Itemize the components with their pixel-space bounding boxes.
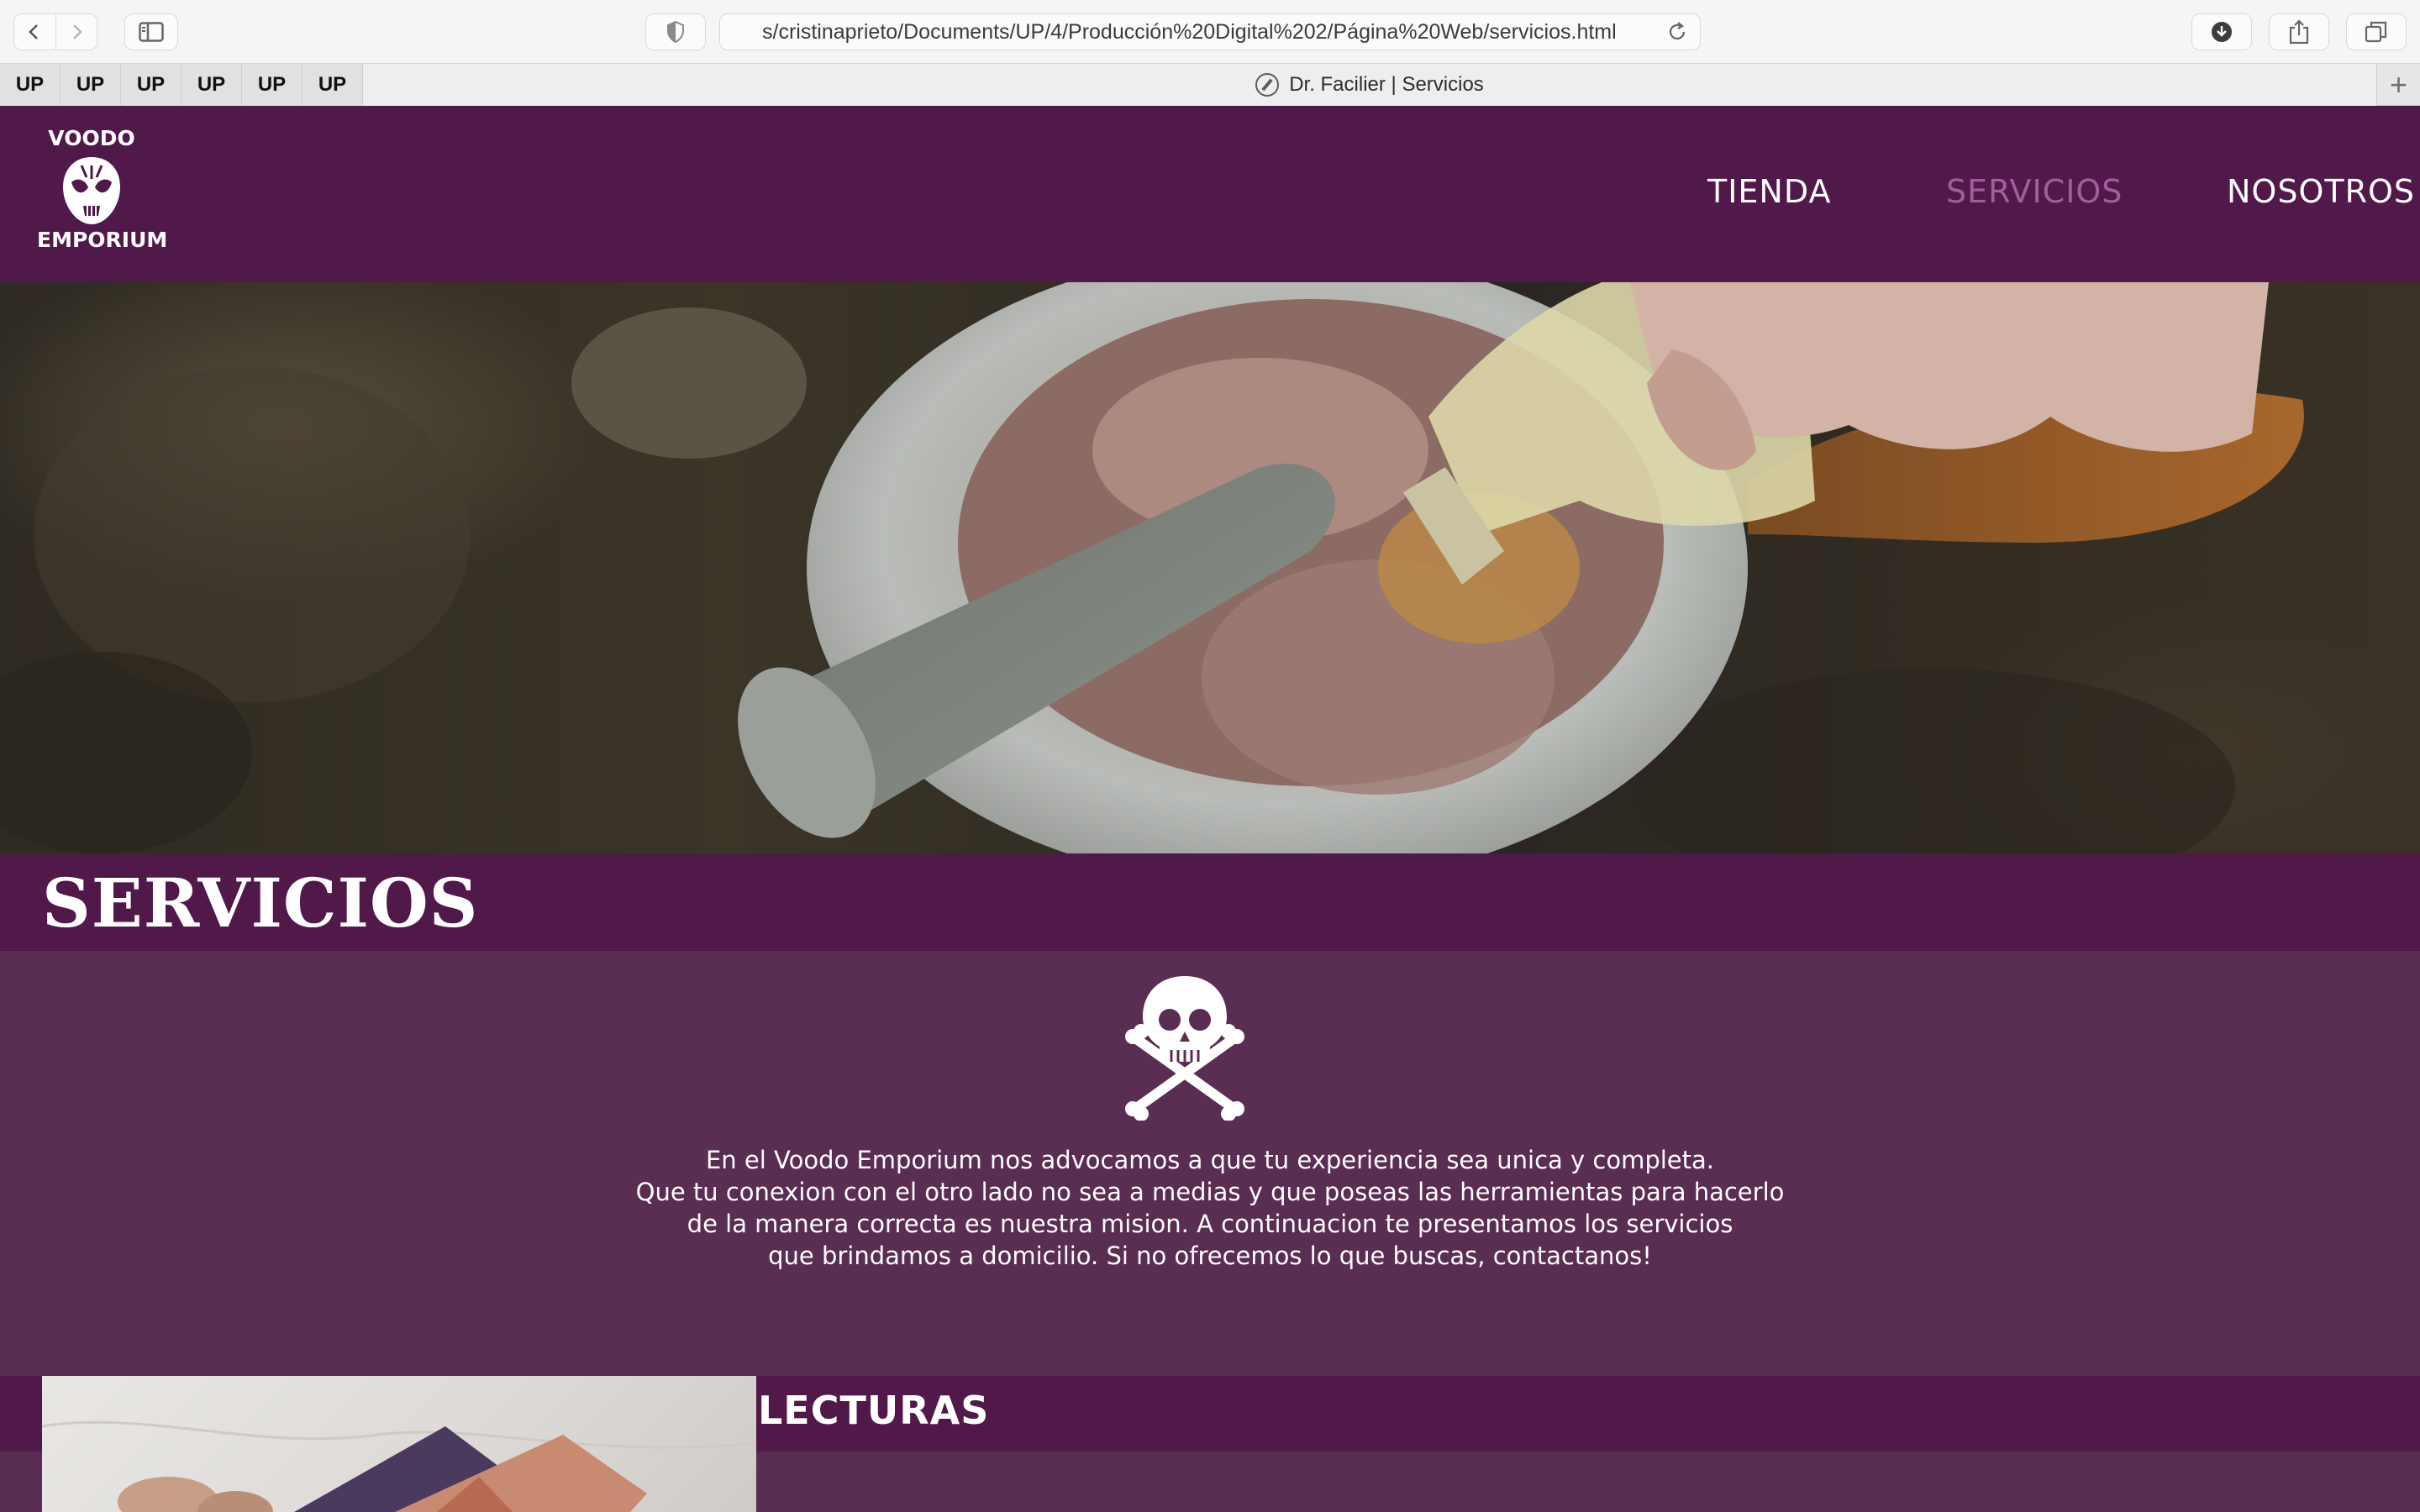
logo-top-word: VOODO <box>48 126 135 150</box>
url-text: s/cristinaprieto/Documents/UP/4/Producci… <box>762 19 1617 44</box>
lecturas-image <box>42 1376 756 1512</box>
share-icon[interactable] <box>2269 13 2329 50</box>
nav-link-servicios[interactable]: SERVICIOS <box>1946 173 2123 210</box>
tab-overview-icon[interactable] <box>2346 13 2407 50</box>
intro-line: En el Voodo Emporium nos advocamos a que… <box>705 1146 1715 1174</box>
tab-bar: UP UP UP UP UP UP Dr. Facilier | Servici… <box>0 64 2420 106</box>
reload-icon[interactable] <box>1666 21 1688 49</box>
back-icon[interactable] <box>14 13 55 50</box>
active-tab-title: Dr. Facilier | Servicios <box>1289 73 1484 96</box>
downloads-icon[interactable] <box>2191 13 2252 50</box>
browser-toolbar: s/cristinaprieto/Documents/UP/4/Producci… <box>0 0 2420 64</box>
section-title-lecturas: LECTURAS <box>758 1388 990 1433</box>
compass-icon <box>1255 73 1280 97</box>
intro-line: Que tu conexion con el otro lado no sea … <box>635 1178 1785 1206</box>
pinned-tab-up[interactable]: UP <box>242 64 302 106</box>
intro-line: que brindamos a domicilio. Si no ofrecem… <box>768 1242 1652 1270</box>
skull-crossbones-icon <box>1125 976 1244 1121</box>
pinned-tab-up[interactable]: UP <box>0 64 60 106</box>
address-bar[interactable]: s/cristinaprieto/Documents/UP/4/Producci… <box>719 13 1701 50</box>
title-band: SERVICIOS <box>0 853 2420 951</box>
intro-line: de la manera correcta es nuestra mision.… <box>687 1210 1733 1238</box>
hero-image <box>0 282 2420 853</box>
site-header: VOODO EMPORIUM TIENDA SERVICIOS NOSOTROS <box>0 106 2420 282</box>
mask-logo-icon <box>63 157 120 224</box>
pinned-tab-up[interactable]: UP <box>182 64 242 106</box>
logo-bottom-word: EMPORIUM <box>37 228 168 252</box>
tarot-book-illustration <box>42 1420 756 1512</box>
page-title: SERVICIOS <box>42 864 479 942</box>
nav-link-tienda[interactable]: TIENDA <box>1707 173 1831 210</box>
privacy-shield-icon[interactable] <box>645 13 706 50</box>
pinned-tab-up[interactable]: UP <box>60 64 121 106</box>
history-nav <box>13 13 97 50</box>
site-logo[interactable]: VOODO EMPORIUM <box>37 126 168 269</box>
forward-icon[interactable] <box>55 13 97 50</box>
intro-paragraph: En el Voodo Emporium nos advocamos a que… <box>0 1144 2420 1272</box>
active-tab[interactable]: Dr. Facilier | Servicios <box>363 64 2376 106</box>
new-tab-button[interactable]: + <box>2376 64 2420 106</box>
sidebar-icon[interactable] <box>124 13 178 50</box>
mortar-pestle-illustration <box>0 282 2304 853</box>
nav-link-nosotros[interactable]: NOSOTROS <box>2227 173 2415 210</box>
pinned-tab-up[interactable]: UP <box>302 64 363 106</box>
pinned-tab-up[interactable]: UP <box>121 64 182 106</box>
intro-section: En el Voodo Emporium nos advocamos a que… <box>0 951 2420 1376</box>
